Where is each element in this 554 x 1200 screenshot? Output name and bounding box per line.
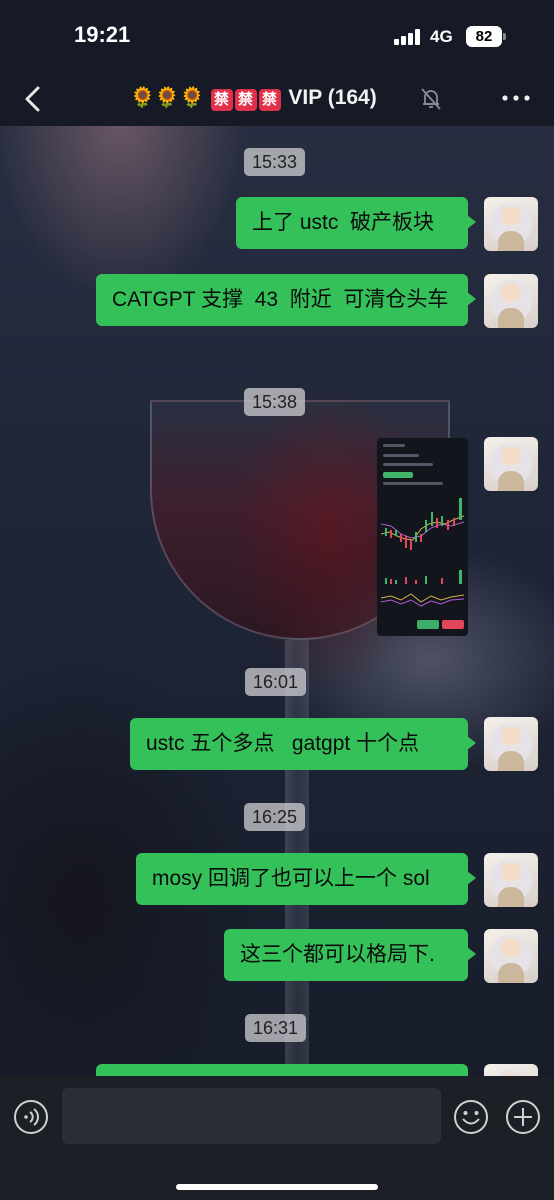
title-text: VIP (164) — [288, 86, 377, 109]
message-bubble[interactable]: mosy 回调了也可以上一个 sol — [136, 853, 476, 905]
message-timestamp: 16:25 — [244, 803, 306, 831]
avatar[interactable] — [484, 437, 538, 491]
avatar[interactable] — [484, 929, 538, 983]
emoji-icon[interactable] — [453, 1099, 489, 1135]
signal-icon — [394, 29, 420, 45]
title-ban-badge: 禁 — [210, 89, 233, 111]
message-timestamp: 15:33 — [244, 148, 306, 176]
title-ban-badge: 禁 — [234, 89, 257, 111]
message-bubble[interactable]: 上了 ustc 破产板块 — [236, 197, 476, 249]
message-bubble[interactable]: CATGPT 支撑 43 附近 可清仓头车 — [96, 274, 476, 326]
message-bubble[interactable]: ustc 五个多点 gatgpt 十个点 — [130, 718, 476, 770]
bell-muted-icon — [421, 88, 441, 110]
image-price-label — [383, 472, 413, 478]
image-sell-button — [442, 620, 464, 629]
message-timestamp: 16:31 — [245, 1014, 307, 1042]
message-bubble[interactable]: 这三个都可以格局下. — [224, 929, 476, 981]
image-message[interactable] — [377, 438, 468, 636]
chat-header: 🌻🌻🌻 禁禁禁 VIP (164) — [0, 72, 554, 126]
avatar[interactable] — [484, 197, 538, 251]
message-input[interactable] — [62, 1088, 441, 1144]
title-emoji: 🌻🌻🌻 — [130, 87, 205, 109]
battery-level: 82 — [475, 28, 493, 45]
avatar[interactable] — [484, 274, 538, 328]
voice-icon[interactable] — [13, 1099, 49, 1135]
message-timestamp: 16:01 — [245, 668, 307, 696]
image-volume-bars — [381, 570, 464, 607]
avatar[interactable] — [484, 1064, 538, 1076]
avatar[interactable] — [484, 717, 538, 771]
title-ban-badge: 禁 — [258, 89, 281, 111]
chat-title: 🌻🌻🌻 禁禁禁 VIP (164) — [130, 85, 430, 111]
battery-icon: 82 — [466, 26, 502, 47]
home-indicator[interactable] — [176, 1184, 378, 1190]
status-time: 19:21 — [74, 22, 131, 47]
image-buy-button — [417, 620, 439, 629]
status-bar: 19:21 4G 82 — [0, 0, 554, 72]
chevron-left-icon[interactable] — [18, 82, 48, 116]
battery-tip — [503, 33, 506, 40]
message-list[interactable]: 15:33 上了 ustc 破产板块 CATGPT 支撑 43 附近 可清仓头车… — [0, 126, 554, 1076]
plus-icon[interactable] — [505, 1099, 541, 1135]
more-dots-icon[interactable] — [500, 92, 532, 104]
image-candlestick-chart — [381, 498, 464, 550]
network-type: 4G — [430, 27, 453, 46]
message-timestamp: 15:38 — [244, 388, 306, 416]
input-bar — [0, 1076, 554, 1200]
message-bubble-partial[interactable] — [96, 1064, 468, 1076]
avatar[interactable] — [484, 853, 538, 907]
